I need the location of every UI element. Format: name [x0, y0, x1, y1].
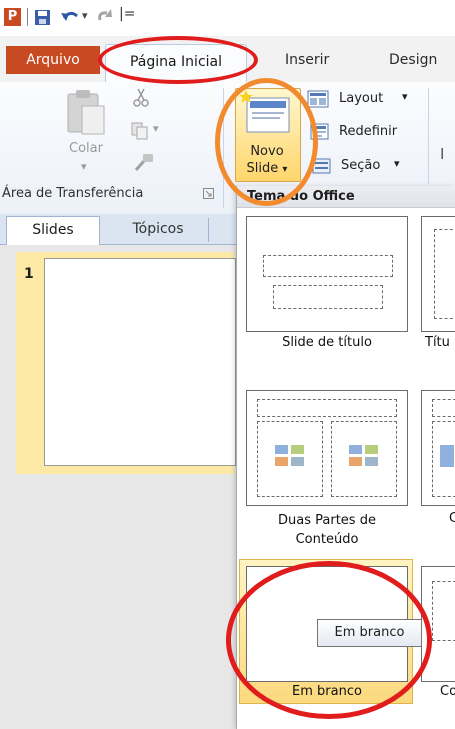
content-placeholder [432, 581, 455, 641]
title-placeholder [257, 399, 397, 417]
new-slide-label-line1: Novo [250, 144, 284, 159]
tab-design[interactable]: Design [389, 46, 437, 74]
new-slide-dropdown-arrow: ▾ [282, 164, 288, 175]
reset-icon [310, 123, 330, 141]
paste-button-label: Colar [69, 141, 103, 156]
new-slide-label: Novo Slide ▾ [237, 143, 297, 178]
redo-icon [96, 8, 114, 26]
layout-two-content-label-line1: Duas Partes de [278, 513, 376, 528]
slide-number: 1 [24, 266, 34, 282]
clipboard-group-label: Área de Transferência [2, 186, 144, 201]
cut-icon [132, 88, 150, 108]
copy-dropdown-arrow: ▾ [153, 122, 159, 135]
font-glyph: I [440, 145, 445, 163]
layout-icon [307, 90, 329, 108]
layout-button-label[interactable]: Layout [339, 91, 383, 106]
undo-dropdown-arrow[interactable]: ▾ [82, 9, 88, 22]
dialog-launcher-icon[interactable] [203, 188, 214, 199]
content-insert-icon [349, 445, 379, 467]
group-separator [428, 88, 429, 184]
tab-slides[interactable]: Slides [6, 216, 100, 245]
format-painter-icon [133, 152, 155, 172]
section-button-label[interactable]: Seção [341, 158, 380, 173]
new-slide-label-text: Slide [246, 161, 279, 176]
tooltip: Em branco [317, 619, 422, 647]
layout-content-caption-label: Co [440, 684, 455, 699]
reset-button-label[interactable]: Redefinir [339, 124, 397, 139]
layout-comparison-label: C [449, 511, 455, 526]
slide-thumbnail[interactable] [44, 258, 236, 466]
section-icon [312, 157, 332, 175]
gallery-header: Tema do Office [237, 186, 455, 208]
tab-insert[interactable]: Inserir [285, 46, 329, 74]
paste-icon [64, 88, 108, 136]
title-placeholder [432, 399, 455, 417]
group-separator [223, 88, 224, 208]
layout-two-content-label: Duas Partes de Conteúdo [246, 511, 408, 549]
quick-access-toolbar: P ▾ |= [0, 0, 455, 36]
layout-two-content-label-line2: Conteúdo [295, 532, 359, 547]
paste-dropdown-arrow: ▾ [81, 160, 87, 173]
content-insert-icon [275, 445, 305, 467]
separator [27, 8, 28, 26]
layout-title-content[interactable] [421, 216, 455, 332]
layout-dropdown-arrow[interactable]: ▾ [402, 90, 408, 103]
new-slide-icon [239, 90, 294, 136]
layout-title-content-label: Títu [425, 335, 450, 350]
subtitle-placeholder [273, 285, 383, 309]
layout-two-content[interactable] [246, 390, 408, 506]
undo-icon[interactable] [60, 8, 80, 26]
tab-outline[interactable]: Tópicos [110, 216, 206, 244]
section-dropdown-arrow[interactable]: ▾ [394, 157, 400, 170]
content-placeholder [434, 229, 455, 319]
powerpoint-app-icon[interactable]: P [4, 8, 21, 26]
layout-blank-label: Em branco [292, 684, 362, 699]
copy-icon [131, 122, 153, 140]
layout-content-caption[interactable] [421, 566, 455, 682]
layout-title-slide[interactable] [246, 216, 408, 332]
content-insert-icon [440, 445, 454, 467]
customize-toolbar-icon[interactable]: |= [119, 6, 135, 22]
pane-tab-divider [208, 218, 209, 242]
tab-file[interactable]: Arquivo [6, 46, 100, 74]
tab-home[interactable]: Página Inicial [105, 44, 247, 82]
title-placeholder [263, 255, 393, 277]
save-icon[interactable] [34, 8, 51, 26]
new-slide-label-line2: Slide ▾ [237, 160, 297, 178]
layout-title-slide-label: Slide de título [282, 335, 372, 350]
layout-comparison[interactable] [421, 390, 455, 506]
